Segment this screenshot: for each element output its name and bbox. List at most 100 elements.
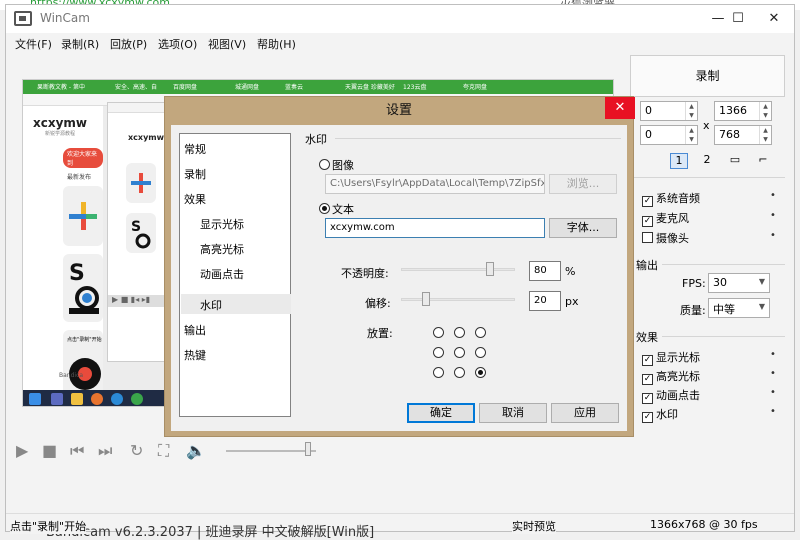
status-hint: 点击"录制"开始 [10, 518, 87, 534]
times-label: x [703, 119, 710, 132]
fps-label: FPS: [682, 277, 706, 290]
effects-section-label: 效果 [636, 331, 658, 344]
placement-middle-left[interactable] [433, 347, 444, 358]
tree-item-animate-click[interactable]: 动画点击 [200, 266, 244, 282]
tree-item-highlight-cursor[interactable]: 高亮光标 [200, 241, 244, 257]
spin-arrows-icon[interactable]: ▲ ▼ [685, 102, 697, 120]
menu-view[interactable]: 视图(V) [208, 36, 246, 52]
dialog-close-button[interactable]: ✕ [605, 97, 635, 119]
menu-options[interactable]: 选项(O) [158, 36, 197, 52]
preview-tab: 百度网盘 [173, 84, 198, 91]
show-cursor-checkbox[interactable]: ✓ 显示光标 [642, 349, 700, 366]
tree-item-show-cursor[interactable]: 显示光标 [200, 216, 244, 232]
radio-icon [319, 159, 330, 170]
placement-bottom-left[interactable] [433, 367, 444, 378]
x-input[interactable]: 0 ▲ ▼ [640, 101, 698, 121]
tree-item-hotkeys[interactable]: 热键 [184, 347, 206, 363]
image-radio[interactable]: 图像 [319, 157, 354, 173]
tree-item-watermark[interactable]: 水印 [200, 297, 222, 313]
menu-playback[interactable]: 回放(P) [110, 36, 147, 52]
offset-input[interactable]: 20 [529, 291, 561, 311]
camera-checkbox[interactable]: 摄像头 [642, 230, 689, 246]
preview-s-logo-icon: S [131, 219, 151, 249]
cancel-button[interactable]: 取消 [479, 403, 547, 423]
width-input[interactable]: 1366 ▲ ▼ [714, 101, 772, 121]
monitor-1-icon[interactable]: 1 [670, 153, 688, 169]
more-icon[interactable]: • [770, 406, 776, 417]
app-icon [14, 11, 32, 26]
radio-selected-icon [319, 203, 330, 214]
preview-bandicam: Bandica [59, 372, 84, 379]
watermark-checkbox[interactable]: ✓ 水印 [642, 406, 678, 423]
close-button[interactable]: ✕ [754, 5, 794, 33]
more-icon[interactable]: • [770, 368, 776, 379]
svg-text:S: S [69, 261, 85, 286]
stop-icon[interactable]: ■ [42, 441, 57, 460]
volume-slider-thumb[interactable] [305, 442, 311, 456]
more-icon[interactable]: • [770, 387, 776, 398]
tree-item-record[interactable]: 录制 [184, 166, 206, 182]
y-input[interactable]: 0 ▲ ▼ [640, 125, 698, 145]
placement-bottom-center[interactable] [454, 367, 465, 378]
refresh-icon[interactable]: ↻ [130, 441, 143, 460]
placement-center[interactable] [454, 347, 465, 358]
browse-button[interactable]: 浏览... [549, 174, 617, 194]
preview-logo: xcxymw [33, 116, 88, 130]
preview-tab: 123云盘 [403, 84, 427, 91]
spin-arrows-icon[interactable]: ▲ ▼ [759, 102, 771, 120]
animate-click-checkbox[interactable]: ✓ 动画点击 [642, 387, 700, 404]
apply-button[interactable]: 应用 [551, 403, 619, 423]
menu-record[interactable]: 录制(R) [61, 36, 99, 52]
volume-icon[interactable]: 🔈 [186, 441, 206, 460]
tree-item-output[interactable]: 输出 [184, 322, 206, 338]
opacity-slider-thumb[interactable] [485, 262, 494, 276]
image-path-input[interactable]: C:\Users\Fsylr\AppData\Local\Temp\7ZipSf… [325, 174, 545, 194]
text-radio[interactable]: 文本 [319, 201, 354, 217]
placement-bottom-right[interactable] [475, 367, 486, 378]
monitor-2-icon[interactable]: 2 [698, 153, 716, 169]
quality-select[interactable]: 中等 ▼ [708, 298, 770, 318]
tree-selection [181, 294, 291, 314]
volume-slider-track[interactable] [226, 450, 316, 452]
fps-select[interactable]: 30 ▼ [708, 273, 770, 293]
opacity-slider-track[interactable] [401, 268, 515, 271]
maximize-button[interactable]: ☐ [718, 5, 758, 33]
ok-button[interactable]: 确定 [407, 403, 475, 423]
height-input[interactable]: 768 ▲ ▼ [714, 125, 772, 145]
more-icon[interactable]: • [770, 190, 776, 201]
fullscreen-icon[interactable]: ⛶ [158, 441, 169, 461]
placement-top-center[interactable] [454, 327, 465, 338]
title-bar: WinCam — ☐ ✕ [6, 5, 794, 33]
more-icon[interactable]: • [770, 230, 776, 241]
watermark-text-input[interactable]: xcxymw.com [325, 218, 545, 238]
window-icon[interactable]: ▭ [726, 153, 744, 169]
system-audio-checkbox[interactable]: ✓ 系统音频 [642, 190, 700, 207]
checkbox-icon [642, 232, 653, 243]
tree-item-effects[interactable]: 效果 [184, 191, 206, 207]
svg-text:S: S [131, 219, 141, 235]
spin-arrows-icon[interactable]: ▲ ▼ [685, 126, 697, 144]
menu-file[interactable]: 文件(F) [15, 36, 52, 52]
dropdown-arrow-icon: ▼ [758, 277, 765, 286]
font-button[interactable]: 字体... [549, 218, 617, 238]
offset-slider-track[interactable] [401, 298, 515, 301]
spin-arrows-icon[interactable]: ▲ ▼ [759, 126, 771, 144]
placement-top-left[interactable] [433, 327, 444, 338]
next-icon[interactable]: ⏭ [98, 441, 112, 461]
folder-icon [71, 393, 83, 405]
more-icon[interactable]: • [770, 349, 776, 360]
highlight-cursor-checkbox[interactable]: ✓ 高亮光标 [642, 368, 700, 385]
record-button[interactable]: 录制 [630, 55, 785, 97]
previous-icon[interactable]: ⏮ [70, 441, 84, 461]
more-icon[interactable]: • [770, 210, 776, 221]
placement-middle-right[interactable] [475, 347, 486, 358]
microphone-checkbox[interactable]: ✓ 麦克风 [642, 210, 689, 227]
tree-item-general[interactable]: 常规 [184, 141, 206, 157]
opacity-input[interactable]: 80 [529, 261, 561, 281]
crop-icon[interactable]: ⌐ [754, 153, 772, 169]
placement-top-right[interactable] [475, 327, 486, 338]
menu-help[interactable]: 帮助(H) [257, 36, 296, 52]
status-bar: 点击"录制"开始 实时预览 1366x768 @ 30 fps [6, 513, 794, 534]
offset-slider-thumb[interactable] [422, 292, 431, 306]
play-icon[interactable]: ▶ [16, 441, 28, 460]
